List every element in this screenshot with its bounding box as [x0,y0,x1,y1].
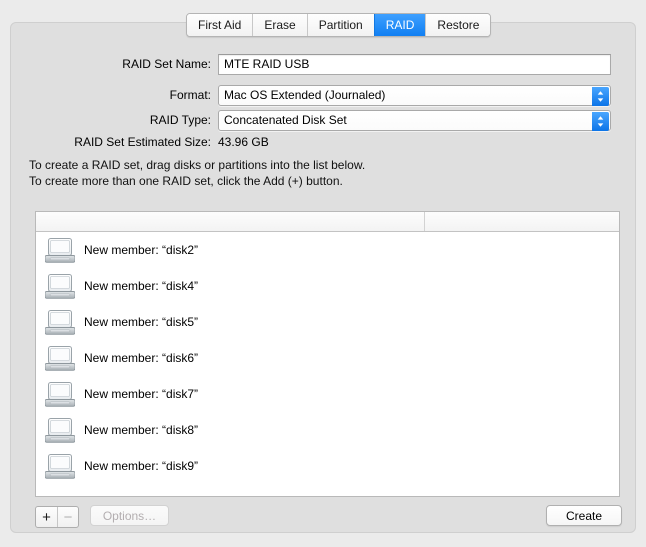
format-label: Format: [0,88,218,102]
list-item-label: New member: “disk5” [84,315,198,329]
list-item-label: New member: “disk6” [84,351,198,365]
chevron-up-down-icon [592,87,609,106]
list-item-label: New member: “disk7” [84,387,198,401]
add-raid-set-button[interactable]: + [36,507,57,527]
tab-partition[interactable]: Partition [307,14,374,36]
list-item-label: New member: “disk9” [84,459,198,473]
raid-set-name-value: MTE RAID USB [224,57,309,71]
list-header-row [36,212,619,232]
remove-raid-set-button: − [57,507,78,527]
raid-set-name-input[interactable]: MTE RAID USB [218,54,611,75]
raid-type-label: RAID Type: [0,113,218,127]
estimated-size-row: RAID Set Estimated Size: 43.96 GB [0,131,646,153]
raid-member-list[interactable]: New member: “disk2” New member: “disk4” Ne… [35,211,620,497]
disk-drive-icon [45,381,75,408]
list-item[interactable]: New member: “disk5” [36,304,619,340]
disk-drive-icon [45,345,75,372]
raid-set-name-label: RAID Set Name: [0,57,218,71]
tab-restore[interactable]: Restore [425,14,490,36]
disk-utility-window: First Aid Erase Partition RAID Restore R… [0,0,646,547]
list-item[interactable]: New member: “disk4” [36,268,619,304]
instructions-line-1: To create a RAID set, drag disks or part… [29,157,365,173]
list-item-label: New member: “disk2” [84,243,198,257]
raid-type-value: Concatenated Disk Set [224,113,347,127]
tab-raid[interactable]: RAID [374,14,426,36]
list-item[interactable]: New member: “disk9” [36,448,619,484]
list-column-header-size[interactable] [425,212,619,231]
raid-type-field-wrap: Concatenated Disk Set [218,110,611,131]
list-item[interactable]: New member: “disk6” [36,340,619,376]
list-item[interactable]: New member: “disk2” [36,232,619,268]
list-body: New member: “disk2” New member: “disk4” Ne… [36,232,619,484]
list-column-header-name[interactable] [36,212,425,231]
bottom-button-bar: + − Options… Create [0,505,646,531]
format-value: Mac OS Extended (Journaled) [224,88,385,102]
list-item[interactable]: New member: “disk7” [36,376,619,412]
options-button: Options… [90,505,169,526]
raid-type-popup-button[interactable]: Concatenated Disk Set [218,110,611,131]
tab-erase[interactable]: Erase [252,14,306,36]
tab-bar: First Aid Erase Partition RAID Restore [186,13,491,37]
disk-drive-icon [45,273,75,300]
estimated-size-value: 43.96 GB [218,132,269,153]
disk-drive-icon [45,309,75,336]
chevron-up-down-icon [592,112,609,131]
disk-drive-icon [45,237,75,264]
format-popup-button[interactable]: Mac OS Extended (Journaled) [218,85,611,106]
create-button[interactable]: Create [546,505,622,526]
list-item-label: New member: “disk4” [84,279,198,293]
raid-set-name-row: RAID Set Name: MTE RAID USB [0,53,646,75]
disk-drive-icon [45,453,75,480]
format-row: Format: Mac OS Extended (Journaled) [0,84,646,106]
raid-type-row: RAID Type: Concatenated Disk Set [0,109,646,131]
estimated-size-label: RAID Set Estimated Size: [0,135,218,149]
list-item[interactable]: New member: “disk8” [36,412,619,448]
instructions-text: To create a RAID set, drag disks or part… [29,157,365,189]
tab-first-aid[interactable]: First Aid [187,14,252,36]
instructions-line-2: To create more than one RAID set, click … [29,173,365,189]
list-item-label: New member: “disk8” [84,423,198,437]
disk-drive-icon [45,417,75,444]
add-remove-segmented-control: + − [35,506,79,528]
raid-set-name-field-wrap: MTE RAID USB [218,54,611,75]
format-field-wrap: Mac OS Extended (Journaled) [218,85,611,106]
